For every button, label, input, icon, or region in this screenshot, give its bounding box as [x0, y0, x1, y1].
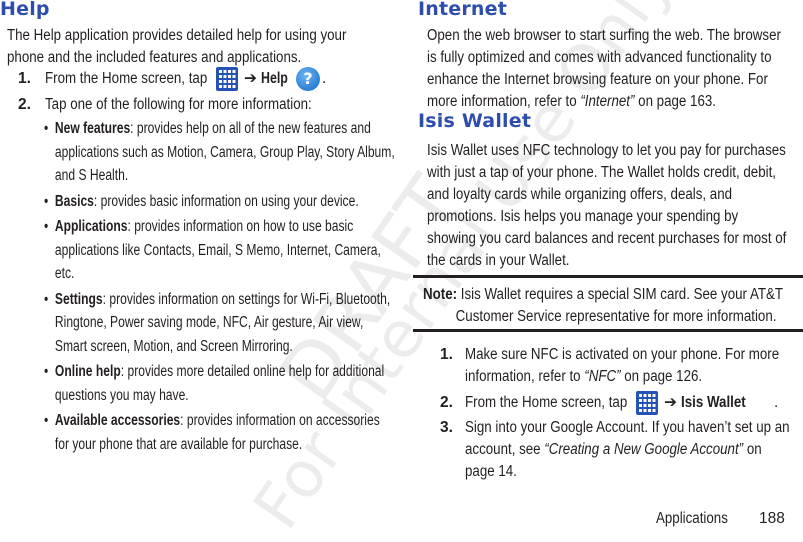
step-text: Tap one of the following for more inform… — [45, 96, 312, 113]
bullet-text: : provides information on accessories — [180, 412, 380, 429]
internet-heading: Internet — [418, 0, 508, 20]
step-text: page 14. — [465, 463, 517, 480]
help-step-1-target: ➔ Help — [244, 68, 295, 90]
step-text: Make sure NFC is activated on your phone… — [465, 346, 780, 363]
isis-line: and loyalty cards while organizing offer… — [427, 186, 733, 203]
bullet-text: : provides information on how to use bas… — [127, 218, 354, 235]
isis-step-1: 1. — [440, 344, 453, 366]
isis-step-2: 2. — [440, 392, 453, 414]
step-number: 2. — [440, 394, 453, 411]
internet-line: is fully optimized and comes with advanc… — [427, 49, 772, 66]
bullet-term: Available accessories — [54, 412, 181, 429]
bullet-text: and S Health. — [54, 167, 129, 184]
bullet-text: applications such as Motion, Camera, Gro… — [54, 143, 395, 161]
bullet-text: Ringtone, Power saving mode, NFC, Air ge… — [54, 314, 364, 331]
isis-line: with just a tap of your phone. The Walle… — [427, 164, 776, 181]
note-text: Isis Wallet requires a special SIM card.… — [457, 286, 784, 303]
bullet-term: New features — [54, 120, 131, 137]
bullet-basics: • Basics: provides basic information on … — [44, 192, 359, 210]
apps-grid-icon — [636, 391, 658, 415]
bullet-text: : provides more detailed online help for… — [120, 363, 385, 380]
step-text: Sign into your Google Account. If you ha… — [465, 419, 790, 436]
isis-step-3: 3. — [440, 417, 453, 439]
bullet-term: Applications — [54, 218, 128, 235]
help-intro-line-2: phone and the included features and appl… — [7, 49, 302, 66]
bullet-text: etc. — [54, 265, 75, 282]
footer-page-number: 188 — [759, 510, 785, 527]
isis-wallet-heading: Isis Wallet — [418, 110, 532, 132]
arrow-icon: ➔ — [244, 70, 257, 87]
internet-page-link[interactable]: “Internet” — [580, 93, 634, 110]
step-number: 2. — [18, 96, 31, 113]
bullet-online-help: • Online help: provides more detailed on… — [44, 363, 385, 404]
internet-paragraph: Open the web browser to start surfing th… — [427, 25, 781, 113]
note-block: Note: Isis Wallet requires a special SIM… — [423, 284, 783, 328]
isis-line: promotions. Isis helps you manage your s… — [427, 208, 739, 225]
bullet-available-accessories: • Available accessories: provides inform… — [44, 412, 380, 453]
apps-grid-icon — [216, 67, 238, 91]
bullet-settings: • Settings: provides information on sett… — [44, 290, 391, 355]
bullet-text: : provides information on settings for W… — [102, 290, 391, 308]
bullet-term: Online help — [54, 363, 121, 380]
internet-line: Open the web browser to start surfing th… — [427, 27, 781, 44]
help-heading: Help — [0, 0, 50, 20]
google-account-page-link[interactable]: “Creating a New Google Account” — [544, 441, 743, 458]
step-number: 1. — [18, 70, 31, 87]
isis-step-2-target: ➔ Isis Wallet — [664, 392, 757, 414]
bullet-text: applications like Contacts, Email, S Mem… — [54, 241, 381, 259]
note-label: Note: — [423, 286, 458, 303]
bullet-text: : provides help on all of the new featur… — [130, 120, 371, 137]
step-end-period: . — [322, 70, 327, 87]
bullet-applications: • Applications: provides information on … — [44, 218, 381, 282]
isis-step-3-text: Sign into your Google Account. If you ha… — [465, 417, 790, 483]
help-step-2: 2. Tap one of the following for more inf… — [18, 94, 355, 116]
note-top-rule — [413, 275, 803, 278]
step-text: From the Home screen, tap — [45, 70, 208, 87]
bullet-term: Basics — [54, 192, 94, 210]
isis-wallet-app-label: Isis Wallet — [681, 394, 747, 411]
isis-line: Isis Wallet uses NFC technology to let y… — [427, 142, 786, 159]
isis-paragraph: Isis Wallet uses NFC technology to let y… — [427, 140, 786, 272]
note-text-line-2: Customer Service representative for more… — [455, 308, 777, 325]
help-step-1: 1. From the Home screen, tap — [18, 68, 234, 90]
isis-step-2-text: From the Home screen, tap — [465, 392, 627, 414]
arrow-icon: ➔ — [664, 394, 677, 411]
help-intro: The Help application provides detailed h… — [7, 25, 346, 69]
bullet-text: Smart screen, Motion, and Screen Mirrori… — [54, 337, 293, 355]
isis-line: the cards in your Wallet. — [427, 252, 570, 269]
step-number: 3. — [440, 419, 453, 436]
help-question-icon: ? — [296, 67, 320, 91]
step-ref-line: account, see “Creating a New Google Acco… — [465, 441, 762, 458]
help-app-label: Help — [261, 70, 289, 87]
help-intro-line-1: The Help application provides detailed h… — [7, 27, 347, 44]
isis-line: showing you card balances and recent pur… — [427, 230, 787, 247]
footer-section-name: Applications — [656, 510, 728, 527]
isis-step-1-text: Make sure NFC is activated on your phone… — [465, 344, 779, 388]
internet-line: enhance the Internet browsing feature on… — [427, 71, 768, 88]
step-end-period: . — [774, 394, 779, 411]
bullet-term: Settings — [54, 290, 103, 308]
bullet-text: questions you may have. — [54, 386, 189, 404]
help-bullet-list: • New features: provides help on all of … — [44, 117, 395, 456]
bullet-text: for your phone that are available for pu… — [54, 435, 303, 453]
bullet-new-features: • New features: provides help on all of … — [44, 120, 395, 184]
step-number: 1. — [440, 346, 453, 363]
step-ref-line: information, refer to “NFC” on page 126. — [465, 368, 703, 385]
step-text: From the Home screen, tap — [465, 394, 628, 411]
nfc-page-link[interactable]: “NFC” — [584, 368, 620, 385]
note-bottom-rule — [413, 329, 803, 332]
bullet-text: : provides basic information on using yo… — [93, 192, 359, 210]
